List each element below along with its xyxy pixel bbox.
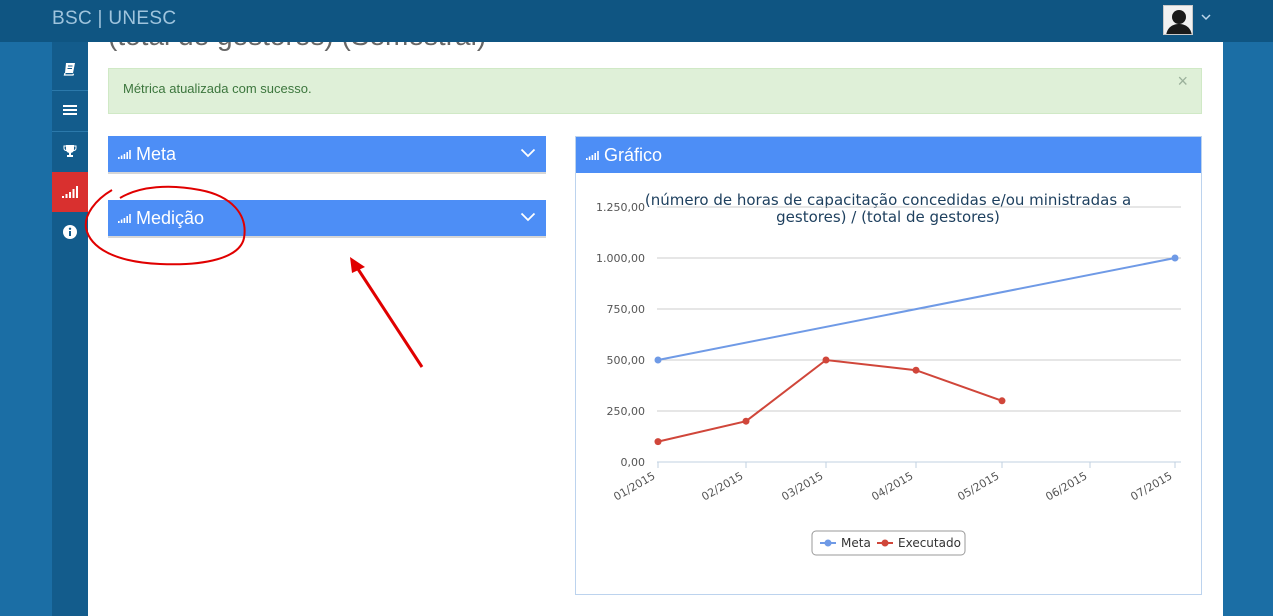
main-content: (total de gestores) (Semestral) Métrica … — [88, 42, 1223, 616]
x-tick-label: 06/2015 — [1043, 469, 1089, 503]
x-tick-label: 03/2015 — [779, 469, 825, 503]
alert-message: Métrica atualizada com sucesso. — [123, 81, 312, 96]
panel-meta-title: Meta — [136, 144, 177, 164]
top-navbar: BSC | UNESC — [0, 0, 1273, 42]
legend-label: Meta — [841, 536, 871, 550]
success-alert: Métrica atualizada com sucesso. × — [108, 68, 1202, 114]
data-point — [998, 397, 1006, 405]
signal-icon — [62, 186, 78, 198]
sidebar-item-metrics[interactable] — [52, 172, 94, 212]
signal-icon — [118, 150, 131, 159]
list-icon — [63, 105, 77, 115]
y-tick-label: 250,00 — [607, 405, 646, 418]
trophy-icon — [63, 145, 77, 157]
data-point — [822, 356, 830, 364]
data-point — [912, 366, 920, 374]
panel-grafico: Gráfico (número de horas de capacitação … — [575, 136, 1202, 595]
book-icon — [63, 63, 75, 76]
signal-icon — [118, 214, 131, 223]
brand-title[interactable]: BSC | UNESC — [52, 8, 176, 30]
page-title: (total de gestores) (Semestral) — [108, 42, 486, 52]
panel-medicao-title: Medição — [136, 208, 205, 228]
data-point — [654, 356, 662, 364]
x-tick-label: 07/2015 — [1128, 469, 1174, 503]
chevron-down-icon[interactable] — [520, 148, 536, 158]
panel-meta-divider — [108, 172, 546, 174]
info-icon — [63, 225, 77, 239]
y-tick-label: 1.250,00 — [596, 201, 645, 214]
signal-icon — [586, 151, 599, 160]
data-point — [1171, 254, 1179, 262]
sidebar-item-list[interactable] — [52, 91, 88, 129]
panel-meta-header[interactable]: Meta — [108, 136, 546, 172]
chevron-down-icon[interactable] — [1200, 13, 1212, 23]
sidebar-item-info[interactable] — [52, 213, 88, 251]
right-margin — [1223, 42, 1273, 616]
x-tick-label: 05/2015 — [955, 469, 1001, 503]
panel-grafico-title: Gráfico — [604, 145, 663, 165]
panel-grafico-header: Gráfico — [576, 137, 1201, 173]
close-icon[interactable]: × — [1177, 71, 1188, 92]
panel-medicao-divider — [108, 236, 546, 238]
left-margin — [0, 42, 52, 616]
sidebar — [52, 42, 94, 616]
avatar[interactable] — [1163, 5, 1193, 35]
x-tick-label: 01/2015 — [611, 469, 657, 503]
chart-title-line: gestores) / (total de gestores) — [776, 208, 1000, 226]
user-menu[interactable] — [1163, 5, 1215, 37]
chevron-down-icon[interactable] — [520, 212, 536, 222]
series-line-executado — [657, 358, 1003, 443]
sidebar-item-book[interactable] — [52, 50, 88, 88]
legend-label: Executado — [898, 536, 961, 550]
x-tick-label: 04/2015 — [869, 469, 915, 503]
y-tick-label: 0,00 — [621, 456, 646, 469]
chart-title-line: (número de horas de capacitação concedid… — [645, 191, 1131, 209]
line-chart: (número de horas de capacitação concedid… — [596, 191, 1181, 556]
y-tick-label: 500,00 — [607, 354, 646, 367]
panel-medicao-header[interactable]: Medição — [108, 200, 546, 236]
legend-swatch-marker — [824, 539, 832, 547]
sidebar-item-trophy[interactable] — [52, 132, 88, 170]
y-tick-label: 1.000,00 — [596, 252, 645, 265]
data-point — [742, 417, 750, 425]
legend-swatch-marker — [881, 539, 889, 547]
y-tick-label: 750,00 — [607, 303, 646, 316]
data-point — [654, 438, 662, 446]
x-tick-label: 02/2015 — [699, 469, 745, 503]
user-silhouette-icon — [1164, 6, 1192, 34]
